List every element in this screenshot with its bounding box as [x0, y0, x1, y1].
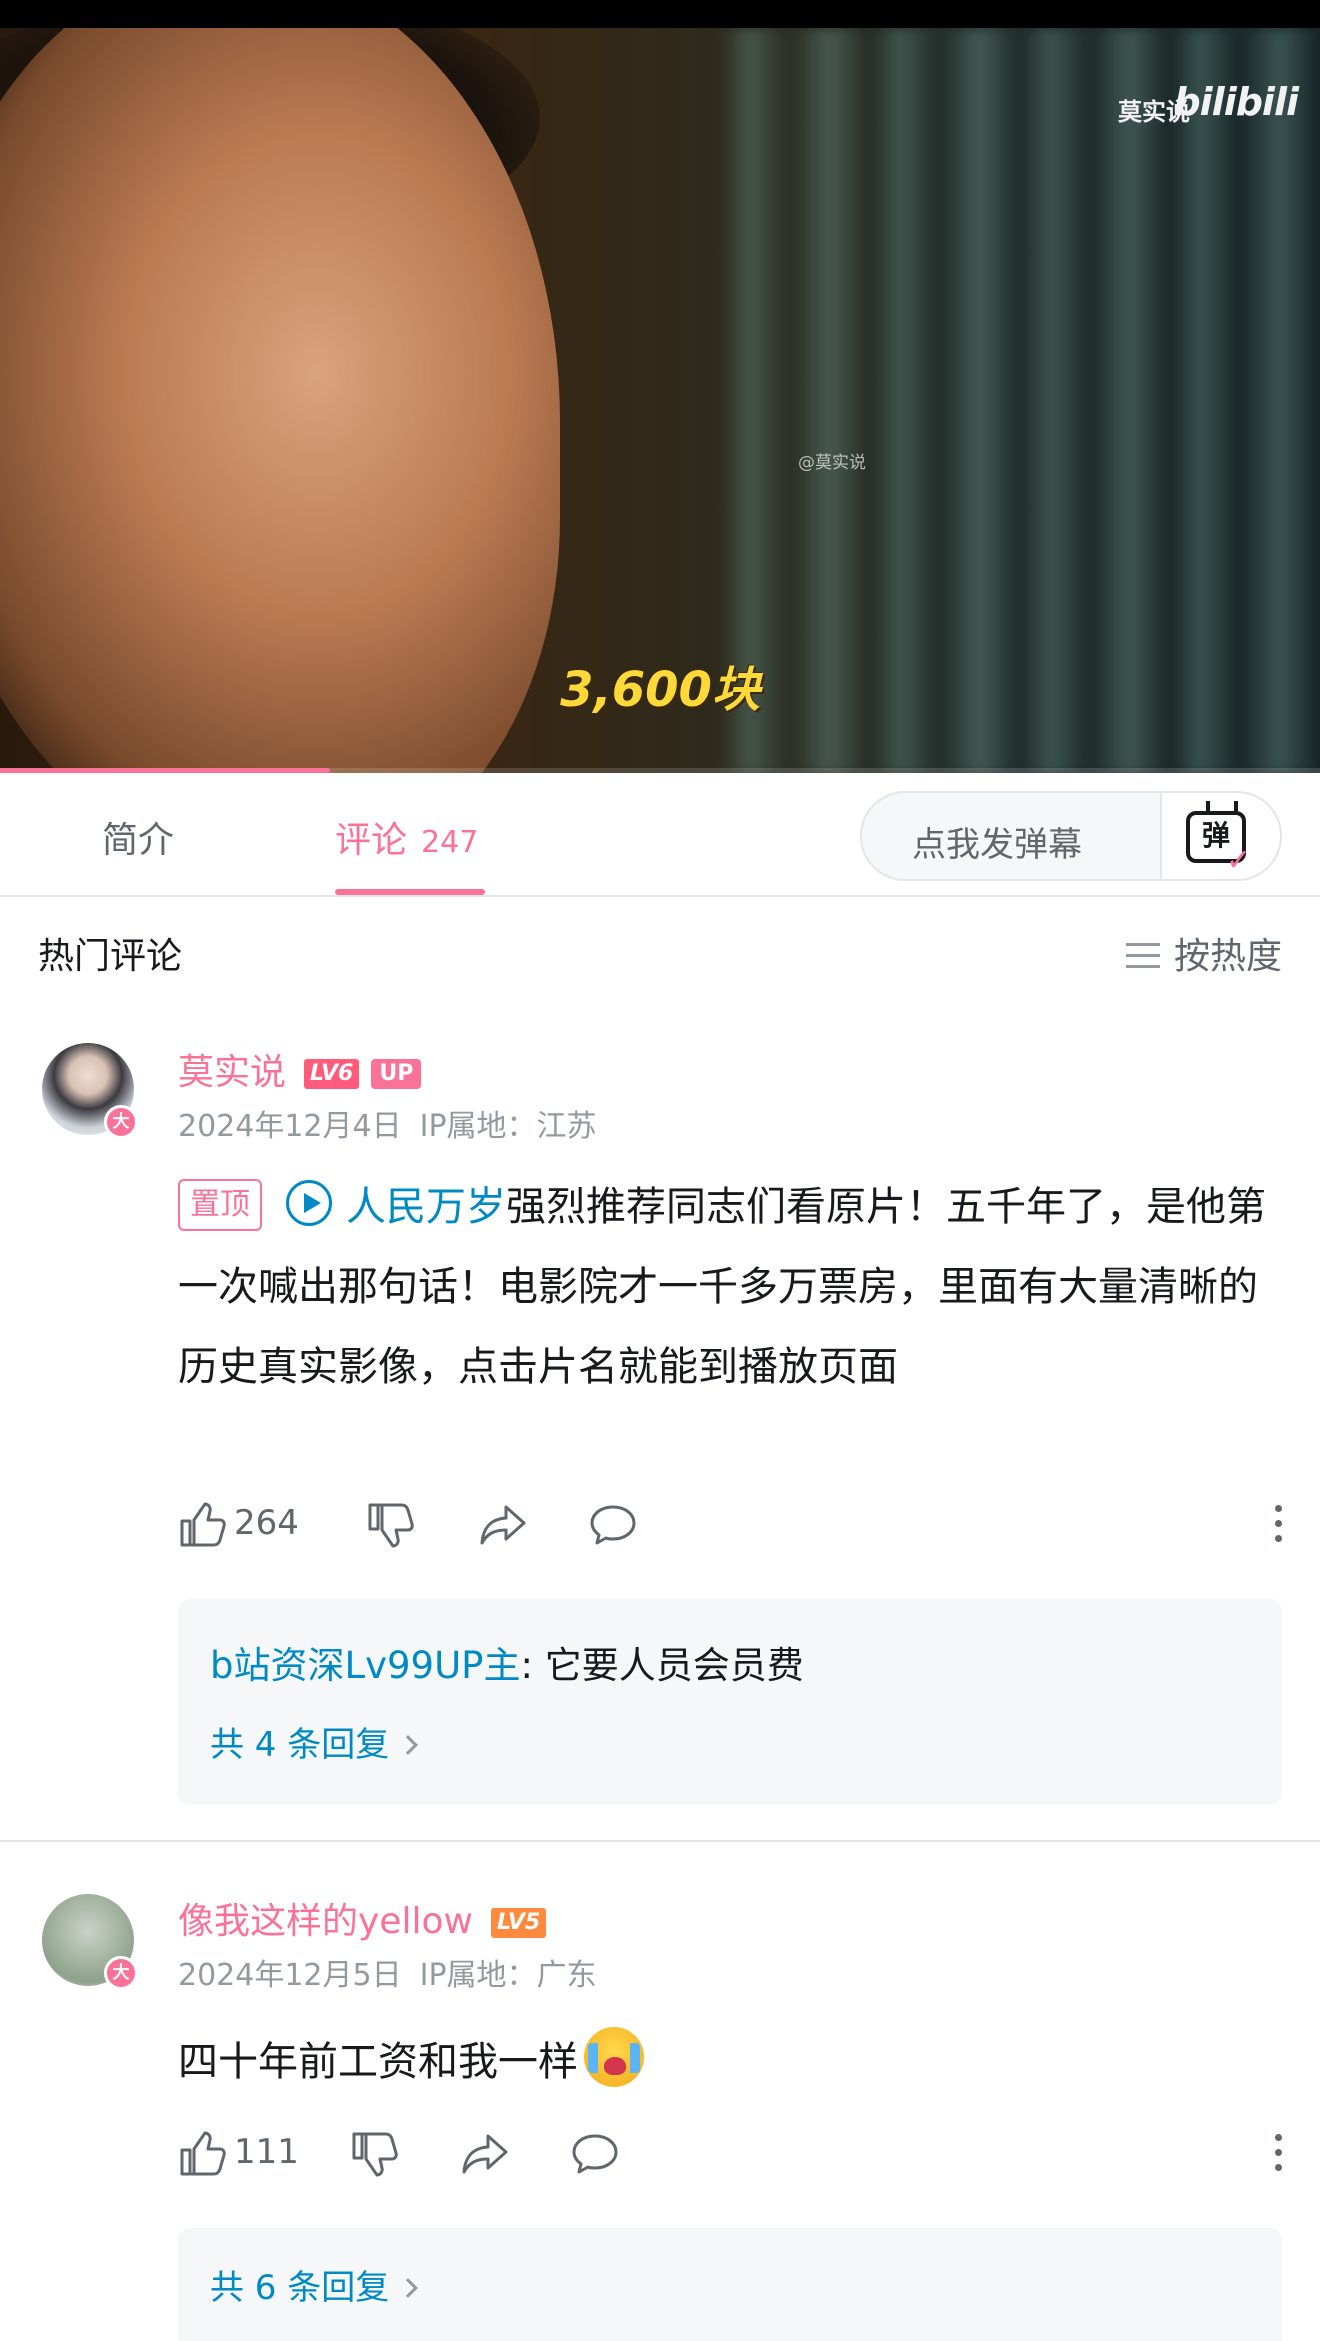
up-badge: UP [371, 1059, 422, 1089]
reply-total-label: 共 4 条回复 [210, 1725, 390, 1765]
comment-actions: 111 [178, 2126, 1288, 2182]
comment-ip: IP属地：江苏 [419, 1109, 597, 1144]
comment-item: 大 莫实说 LV6 UP 2024年12月4日 IP属地：江苏 置顶 人民万岁强烈推荐同… [0, 1005, 1320, 1840]
reply-total-label: 共 6 条回复 [210, 2268, 390, 2308]
like-button[interactable] [178, 1501, 226, 1549]
reply-preview-box[interactable]: 共 6 条回复 [178, 2228, 1282, 2341]
thumbs-down-icon [352, 2132, 398, 2177]
video-subtitle: 3,600块 [560, 662, 760, 718]
dislike-button[interactable] [350, 2130, 398, 2178]
view-replies-link[interactable]: 共 4 条回复 [210, 1717, 419, 1766]
comment-sort-row: 热门评论 按热度 [0, 897, 1320, 1005]
hot-comments-title: 热门评论 [38, 936, 183, 977]
username-text: 像我这样的yellow [178, 1901, 473, 1942]
reply-username[interactable]: b站资深Lv99UP主 [210, 1644, 520, 1687]
comment-ip: IP属地：广东 [419, 1958, 597, 1993]
play-circle-icon [286, 1180, 332, 1226]
like-button[interactable] [178, 2130, 226, 2178]
danmaku-input[interactable]: 点我发弹幕 弹 ✓ [860, 791, 1282, 881]
reply-button[interactable] [588, 1501, 638, 1549]
comment-text: 四十年前工资和我一样 [178, 2039, 578, 2085]
watermark-small: @莫实说 [798, 453, 866, 473]
comment-content: 置顶 人民万岁强烈推荐同志们看原片！五千年了，是他第一次喊出那句话！电影院才一千多… [178, 1167, 1268, 1407]
share-icon [480, 1505, 526, 1545]
video-player[interactable]: 莫实说 bilibili @莫实说 3,600块 [0, 28, 1320, 773]
dislike-button[interactable] [366, 1501, 414, 1549]
video-link[interactable]: 人民万岁 [286, 1180, 506, 1230]
tab-comments[interactable]: 评论 247 [335, 811, 478, 863]
level-badge: LV6 [304, 1059, 360, 1089]
thumbs-up-icon [180, 1502, 226, 1547]
sort-list-icon [1125, 941, 1160, 971]
more-options-icon[interactable] [1268, 2130, 1288, 2178]
sort-label: 按热度 [1173, 936, 1282, 977]
comment-content: 四十年前工资和我一样 [178, 2022, 1268, 2102]
comment-bubble-icon [572, 2134, 618, 2174]
crying-face-icon [584, 2027, 644, 2087]
chevron-right-icon [398, 2278, 419, 2298]
reply-preview-box[interactable]: b站资深Lv99UP主: 它要人员会员费 共 4 条回复 [178, 1599, 1282, 1805]
vip-badge: 大 [104, 1105, 138, 1139]
view-replies-link[interactable]: 共 6 条回复 [210, 2260, 419, 2309]
like-count: 264 [234, 1503, 299, 1543]
comment-item: 大 像我这样的yellow LV5 2024年12月5日 IP属地：广东 四十年前工… [0, 1842, 1320, 2341]
more-options-icon[interactable] [1268, 1501, 1288, 1549]
comment-count: 247 [421, 825, 479, 860]
comment-meta: 2024年12月4日 IP属地：江苏 [178, 1101, 597, 1145]
checkmark-icon: ✓ [1226, 843, 1252, 878]
like-count: 111 [234, 2132, 299, 2172]
comment-date: 2024年12月4日 [178, 1109, 402, 1144]
chevron-right-icon [398, 1735, 419, 1755]
comment-username[interactable]: 莫实说 LV6 UP [178, 1043, 422, 1095]
status-bar [0, 0, 1320, 28]
reply-button[interactable] [570, 2130, 620, 2178]
vip-badge: 大 [104, 1956, 138, 1990]
share-icon [462, 2134, 508, 2174]
comment-bubble-icon [590, 1505, 636, 1545]
comment-username[interactable]: 像我这样的yellow LV5 [178, 1892, 547, 1944]
tab-bar: 简介 评论 247 点我发弹幕 弹 ✓ [0, 773, 1320, 897]
reply-preview: b站资深Lv99UP主: 它要人员会员费 [210, 1635, 804, 1689]
thumbs-down-icon [368, 1503, 414, 1548]
username-text: 莫实说 [178, 1052, 287, 1093]
pinned-tag: 置顶 [178, 1179, 262, 1231]
active-tab-indicator [335, 889, 485, 895]
share-button[interactable] [460, 2130, 510, 2178]
reply-text: : 它要人员会员费 [520, 1644, 804, 1687]
tab-intro[interactable]: 简介 [102, 811, 174, 863]
comment-date: 2024年12月5日 [178, 1958, 402, 1993]
sort-by-heat-button[interactable]: 按热度 [1125, 927, 1282, 979]
level-badge: LV5 [490, 1908, 547, 1938]
thumbs-up-icon [180, 2131, 226, 2176]
danmaku-toggle-button[interactable]: 弹 ✓ [1160, 793, 1280, 879]
video-link-title: 人民万岁 [346, 1184, 506, 1230]
avatar[interactable]: 大 [42, 1043, 138, 1139]
share-button[interactable] [478, 1501, 528, 1549]
danmaku-placeholder: 点我发弹幕 [912, 825, 1082, 865]
tab-comments-label: 评论 [335, 820, 408, 861]
bilibili-logo: bilibili [1173, 80, 1299, 124]
comment-meta: 2024年12月5日 IP属地：广东 [178, 1950, 597, 1994]
comment-actions: 264 [178, 1497, 1288, 1553]
avatar[interactable]: 大 [42, 1894, 138, 1990]
